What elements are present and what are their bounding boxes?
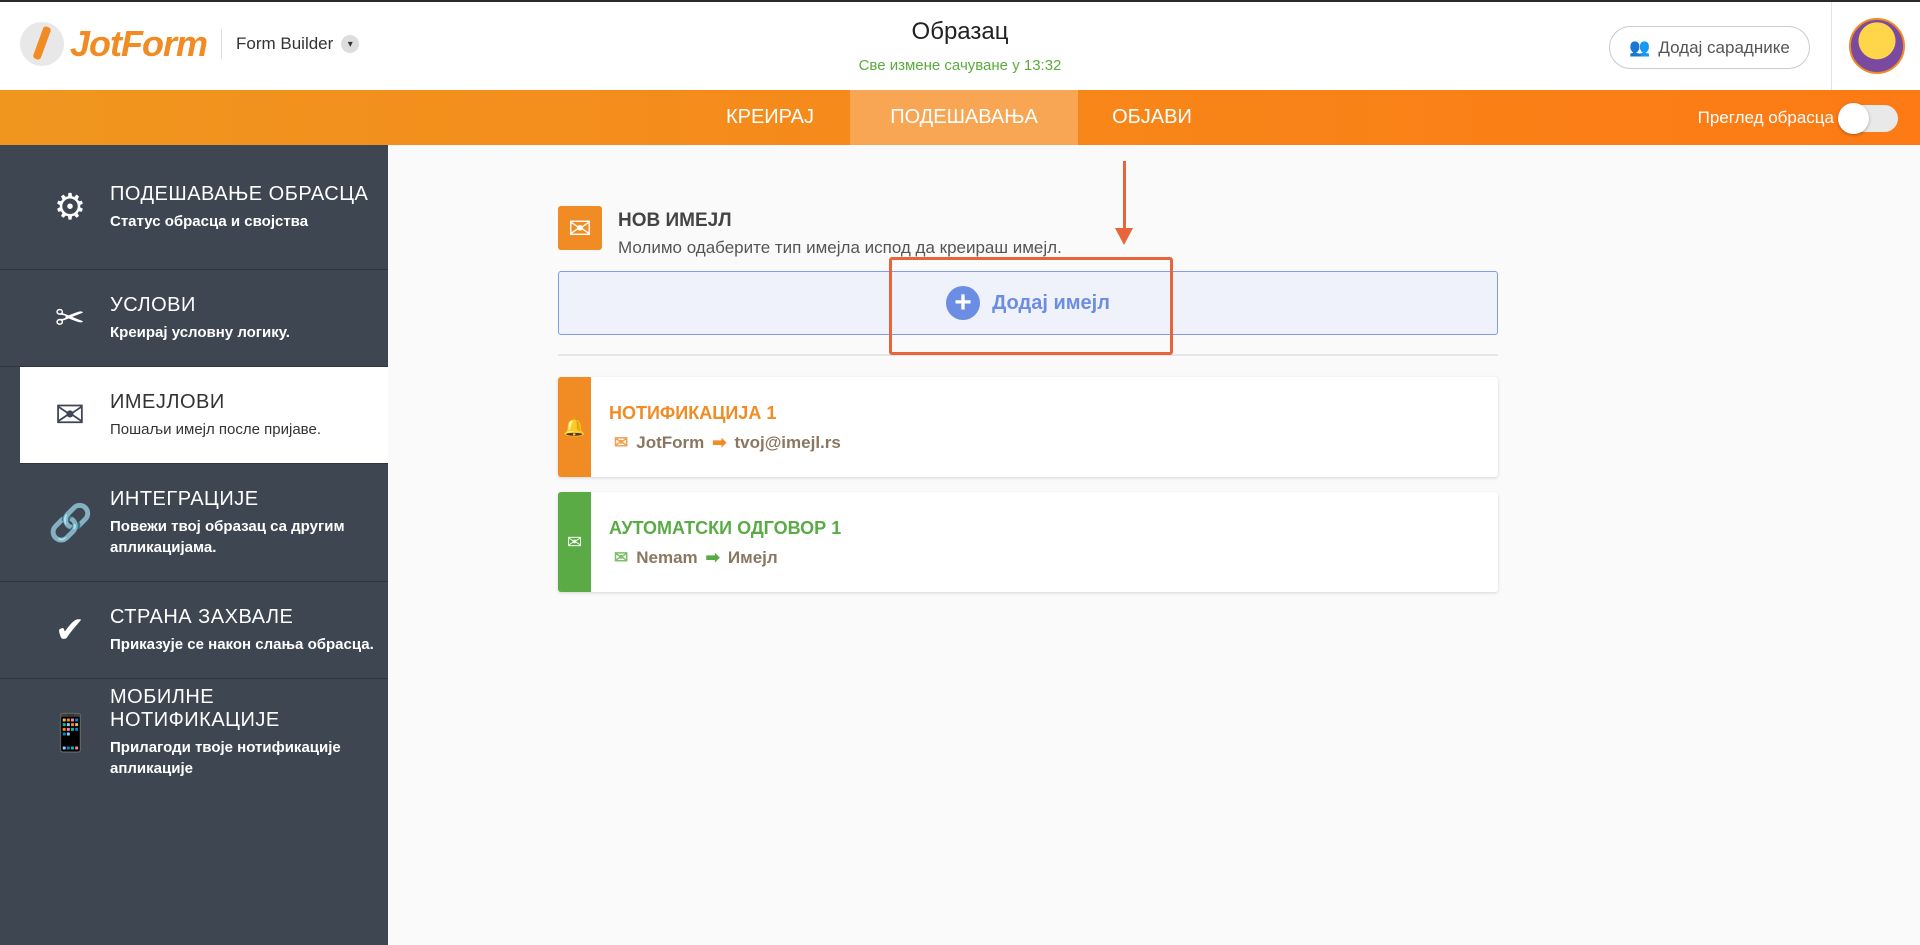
annotation-highlight-box	[889, 257, 1173, 355]
envelope-icon: ✉	[54, 394, 86, 435]
top-header: JotForm Form Builder ▾ Образац Све измен…	[0, 2, 1920, 90]
arrow-right-icon: ➡	[712, 433, 727, 452]
sidebar: ⚙ ПОДЕШАВАЊЕ ОБРАСЦА Статус обрасца и свој…	[0, 145, 388, 945]
email-title: НОТИФИКАЦИЈА 1	[609, 403, 777, 423]
email-title: АУТОМАТСКИ ОДГОВОР 1	[609, 518, 842, 538]
item-title: МОБИЛНЕ НОТИФИКАЦИЈЕ	[110, 686, 280, 731]
arrow-right-icon: ➡	[705, 548, 720, 567]
item-title: СТРАНА ЗАХВАЛЕ	[110, 605, 294, 628]
email-from: JotForm	[636, 433, 705, 452]
item-subtitle: Приказује се након слања обрасца.	[110, 635, 374, 653]
envelope-icon: ✉	[558, 206, 602, 250]
envelope-icon: ✉	[614, 433, 629, 452]
form-preview-toggle[interactable]	[1838, 103, 1898, 134]
tab-settings[interactable]: ПОДЕШАВАЊА	[850, 90, 1078, 145]
collab-label: Додај сараднике	[1658, 37, 1790, 57]
item-subtitle: Прилагоди твоје нотификације апликације	[110, 739, 341, 777]
new-email-subtitle: Молимо одаберите тип имејла испод да кре…	[618, 238, 1062, 257]
item-subtitle: Статус обрасца и својства	[110, 212, 309, 230]
sidebar-item-mobile-notifications[interactable]: 📱 МОБИЛНЕ НОТИФИКАЦИЈЕ Прилагоди твоје нот…	[0, 679, 388, 786]
email-to: tvoj@imejl.rs	[734, 433, 841, 452]
conditions-icon: ✂	[54, 297, 86, 338]
item-title: ИНТЕГРАЦИЈЕ	[110, 487, 259, 510]
item-title: ПОДЕШАВАЊЕ ОБРАСЦА	[110, 182, 369, 205]
tab-create[interactable]: КРЕИРАЈ	[720, 90, 820, 145]
check-icon: ✔	[54, 609, 86, 650]
avatar[interactable]	[1849, 18, 1905, 74]
new-email-title: НОВ ИМЕЈЛ	[618, 210, 732, 231]
email-card-autoresponder[interactable]: ✉ АУТОМАТСКИ ОДГОВОР 1 ✉ Nemam ➡ Имејл	[558, 492, 1498, 592]
email-to: Имејл	[727, 548, 778, 567]
sidebar-item-integrations[interactable]: 🔗 ИНТЕГРАЦИЈЕ Повежи твој образац са други…	[0, 464, 388, 582]
sidebar-item-emails[interactable]: ✉ ИМЕЈЛОВИ Пошаљи имејл после пријаве.	[20, 367, 388, 464]
main-nav: КРЕИРАЈ ПОДЕШАВАЊА ОБЈАВИ Преглед обрасц…	[0, 90, 1920, 145]
item-title: УСЛОВИ	[110, 293, 196, 316]
email-card-notification[interactable]: 🔔 НОТИФИКАЦИЈА 1 ✉ JotForm ➡ tvoj@imejl.rs	[558, 377, 1498, 477]
annotation-arrowhead	[1115, 228, 1133, 245]
users-icon: 👥	[1629, 37, 1651, 57]
divider	[1831, 2, 1832, 90]
tab-publish[interactable]: ОБЈАВИ	[1100, 90, 1204, 145]
form-preview-label: Преглед обрасца	[1697, 108, 1834, 127]
link-icon: 🔗	[48, 501, 93, 543]
envelope-icon: ✉	[614, 548, 629, 567]
bell-icon: 🔔	[558, 377, 591, 477]
mobile-icon: 📱	[48, 711, 93, 753]
item-subtitle: Пошаљи имејл после пријаве.	[110, 420, 321, 438]
gear-icon: ⚙	[53, 186, 87, 227]
sidebar-item-form-settings[interactable]: ⚙ ПОДЕШАВАЊЕ ОБРАСЦА Статус обрасца и свој…	[0, 145, 388, 270]
annotation-arrow	[1123, 161, 1126, 231]
item-title: ИМЕЈЛОВИ	[110, 390, 225, 413]
sidebar-item-conditions[interactable]: ✂ УСЛОВИ Креирај условну логику.	[0, 270, 388, 367]
item-subtitle: Креирај условну логику.	[110, 323, 290, 341]
envelope-icon: ✉	[558, 492, 591, 592]
item-subtitle: Повежи твој образац са другим апликација…	[110, 517, 345, 556]
add-collaborators-button[interactable]: 👥 Додај сараднике	[1609, 26, 1810, 69]
email-from: Nemam	[636, 548, 698, 567]
sidebar-item-thank-you[interactable]: ✔ СТРАНА ЗАХВАЛЕ Приказује се након слања …	[0, 582, 388, 679]
